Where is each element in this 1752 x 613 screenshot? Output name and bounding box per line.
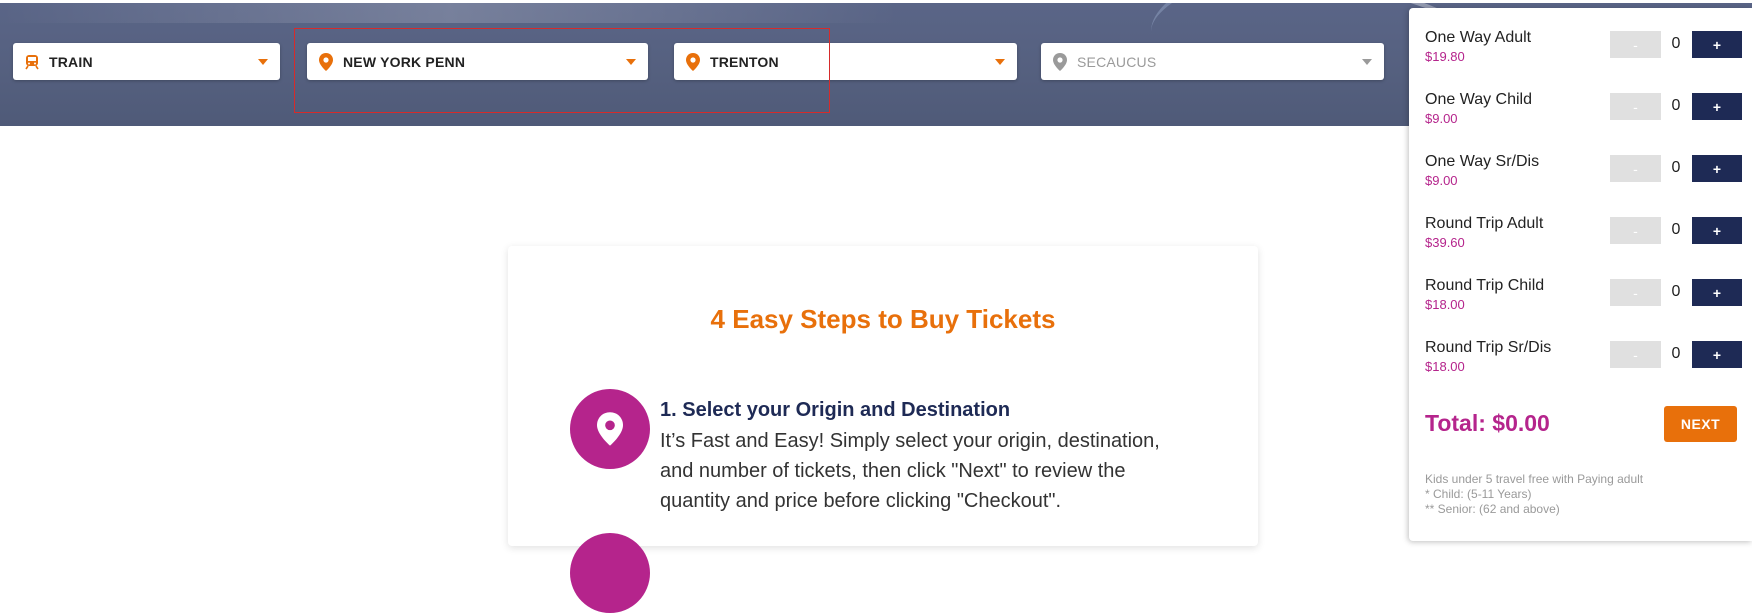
increment-button[interactable]: + xyxy=(1692,341,1742,368)
decrement-button[interactable]: - xyxy=(1610,93,1661,120)
increment-button[interactable]: + xyxy=(1692,93,1742,120)
ticket-quantity: 0 xyxy=(1671,159,1681,176)
ticket-selection-panel: One Way Adult $19.80 - 0 + One Way Child… xyxy=(1409,8,1752,541)
ticket-row-one-way-adult: One Way Adult $19.80 - 0 + xyxy=(1425,29,1745,75)
chevron-down-icon xyxy=(995,58,1005,65)
ticket-price: $18.00 xyxy=(1425,297,1465,312)
step-1-text-line: It’s Fast and Easy! Simply select your o… xyxy=(660,430,1160,452)
ticket-name: One Way Child xyxy=(1425,91,1532,108)
train-icon xyxy=(23,53,41,71)
ticket-quantity: 0 xyxy=(1671,345,1681,362)
ticket-price: $9.00 xyxy=(1425,173,1458,188)
increment-button[interactable]: + xyxy=(1692,279,1742,306)
ticket-quantity: 0 xyxy=(1671,97,1681,114)
ticket-quantity: 0 xyxy=(1671,283,1681,300)
ticket-price: $39.60 xyxy=(1425,235,1465,250)
note-line: ** Senior: (62 and above) xyxy=(1425,502,1560,516)
decrement-button[interactable]: - xyxy=(1610,217,1661,244)
ticket-price: $9.00 xyxy=(1425,111,1458,126)
chevron-down-icon xyxy=(1362,58,1372,65)
ticket-name: Round Trip Child xyxy=(1425,277,1545,294)
decrement-button[interactable]: - xyxy=(1610,279,1661,306)
ticket-quantity: 0 xyxy=(1671,221,1681,238)
banner-decoration xyxy=(0,3,900,23)
step-2-badge xyxy=(570,533,650,613)
ticket-row-one-way-sr-dis: One Way Sr/Dis $9.00 - 0 + xyxy=(1425,153,1745,199)
highlight-box xyxy=(294,28,830,113)
location-pin-icon xyxy=(597,412,623,446)
travel-mode-label: TRAIN xyxy=(49,53,93,70)
ticket-price: $19.80 xyxy=(1425,49,1465,64)
decrement-button[interactable]: - xyxy=(1610,155,1661,182)
via-station-placeholder: SECAUCUS xyxy=(1077,53,1157,70)
ticket-notes: Kids under 5 travel free with Paying adu… xyxy=(1425,472,1643,517)
ticket-name: One Way Adult xyxy=(1425,29,1532,46)
decrement-button[interactable]: - xyxy=(1610,341,1661,368)
step-1-badge xyxy=(570,389,650,469)
steps-card: 4 Easy Steps to Buy Tickets 1. Select yo… xyxy=(508,246,1258,613)
step-1-title: 1. Select your Origin and Destination xyxy=(660,399,1011,421)
next-button[interactable]: NEXT xyxy=(1664,406,1737,442)
ticket-row-round-trip-child: Round Trip Child $18.00 - 0 + xyxy=(1425,277,1745,323)
increment-button[interactable]: + xyxy=(1692,217,1742,244)
step-1-text: It’s Fast and Easy! Simply select your o… xyxy=(660,426,1220,516)
step-1-text-line: and number of tickets, then click "Next"… xyxy=(660,460,1126,482)
increment-button[interactable]: + xyxy=(1692,31,1742,58)
via-station-select[interactable]: SECAUCUS xyxy=(1041,43,1384,80)
location-pin-icon xyxy=(1051,52,1069,71)
decrement-button[interactable]: - xyxy=(1610,31,1661,58)
ticket-row-one-way-child: One Way Child $9.00 - 0 + xyxy=(1425,91,1745,137)
steps-title: 4 Easy Steps to Buy Tickets xyxy=(710,304,1056,334)
step-1-text-line: quantity and price before clicking "Chec… xyxy=(660,490,1062,512)
chevron-down-icon xyxy=(258,58,268,65)
travel-mode-select[interactable]: TRAIN xyxy=(13,43,280,80)
ticket-row-round-trip-adult: Round Trip Adult $39.60 - 0 + xyxy=(1425,215,1745,261)
ticket-name: One Way Sr/Dis xyxy=(1425,153,1540,170)
ticket-row-round-trip-sr-dis: Round Trip Sr/Dis $18.00 - 0 + xyxy=(1425,339,1745,385)
ticket-quantity: 0 xyxy=(1671,35,1681,52)
order-total: Total: $0.00 xyxy=(1425,410,1550,436)
ticket-price: $18.00 xyxy=(1425,359,1465,374)
note-line: * Child: (5-11 Years) xyxy=(1425,487,1532,501)
note-line: Kids under 5 travel free with Paying adu… xyxy=(1425,472,1644,486)
ticket-name: Round Trip Sr/Dis xyxy=(1425,339,1552,356)
increment-button[interactable]: + xyxy=(1692,155,1742,182)
ticket-name: Round Trip Adult xyxy=(1425,215,1544,232)
